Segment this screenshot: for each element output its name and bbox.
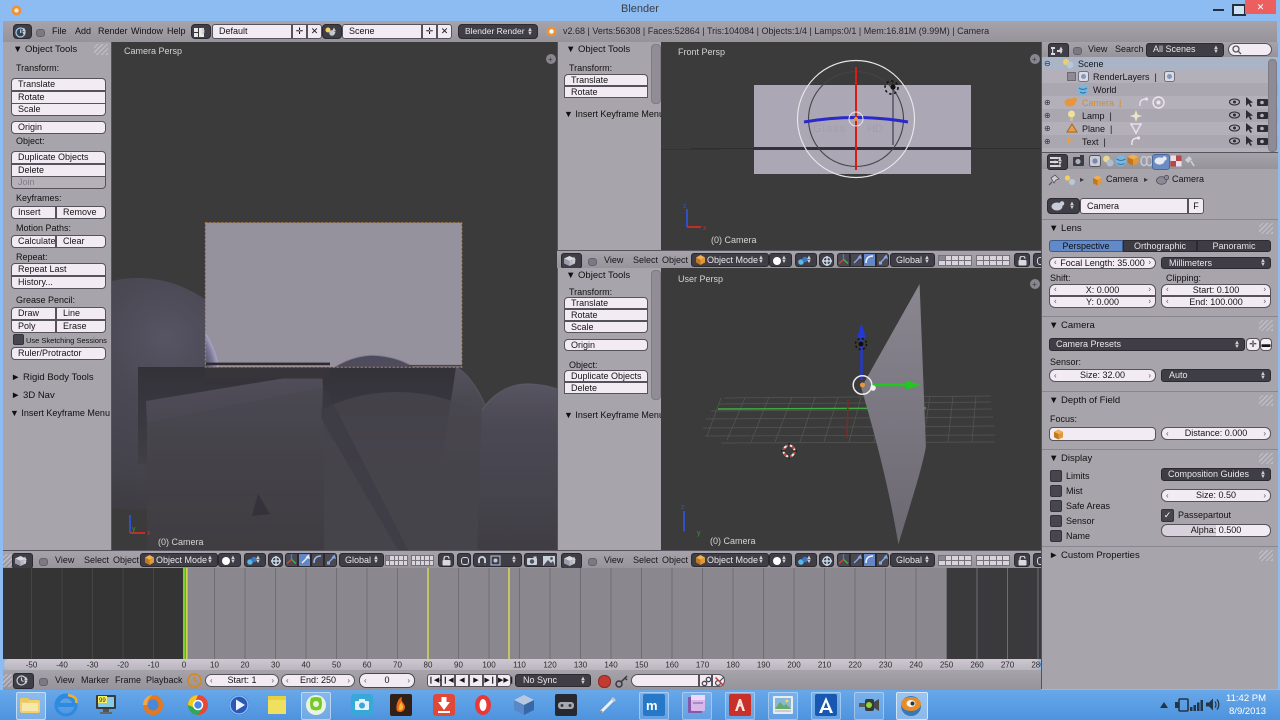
svg-text:240: 240 <box>909 661 923 670</box>
svg-text:(0) Camera: (0) Camera <box>710 536 756 546</box>
svg-text:-30: -30 <box>87 661 99 670</box>
svg-text:x: x <box>147 530 151 537</box>
svg-text:(0) Camera: (0) Camera <box>711 235 757 245</box>
svg-text:130: 130 <box>574 661 588 670</box>
svg-text:+: + <box>548 55 553 64</box>
svg-text:-50: -50 <box>26 661 38 670</box>
svg-text:210: 210 <box>818 661 832 670</box>
svg-text:User Persp: User Persp <box>678 274 723 284</box>
svg-text:Camera Persp: Camera Persp <box>124 46 182 56</box>
svg-text:100: 100 <box>482 661 496 670</box>
svg-text:-10: -10 <box>148 661 160 670</box>
svg-text:20: 20 <box>241 661 250 670</box>
svg-text:-40: -40 <box>56 661 68 670</box>
svg-text:120: 120 <box>543 661 557 670</box>
svg-text:y: y <box>132 526 136 533</box>
svg-text:160: 160 <box>665 661 679 670</box>
svg-text:30: 30 <box>271 661 280 670</box>
svg-text:190: 190 <box>757 661 771 670</box>
svg-text:150: 150 <box>635 661 649 670</box>
svg-text:40: 40 <box>302 661 311 670</box>
svg-text:220: 220 <box>848 661 862 670</box>
svg-text:200: 200 <box>787 661 801 670</box>
svg-text:+: + <box>1032 55 1037 64</box>
svg-text:270: 270 <box>1001 661 1015 670</box>
svg-text:+: + <box>1032 280 1037 289</box>
svg-text:50: 50 <box>332 661 341 670</box>
svg-text:230: 230 <box>879 661 893 670</box>
svg-text:280: 280 <box>1031 661 1041 670</box>
svg-text:y: y <box>697 530 701 537</box>
svg-text:10: 10 <box>210 661 219 670</box>
svg-text:Front Persp: Front Persp <box>678 47 725 57</box>
svg-text:180: 180 <box>726 661 740 670</box>
svg-text:(0) Camera: (0) Camera <box>158 537 204 547</box>
svg-text:80: 80 <box>424 661 433 670</box>
svg-text:90: 90 <box>454 661 463 670</box>
svg-text:250: 250 <box>940 661 954 670</box>
svg-text:60: 60 <box>363 661 372 670</box>
svg-text:m: m <box>646 698 658 713</box>
svg-text:x: x <box>703 225 707 232</box>
svg-text:110: 110 <box>513 661 526 670</box>
svg-text:260: 260 <box>970 661 984 670</box>
svg-text:170: 170 <box>696 661 710 670</box>
svg-text:HD: HD <box>867 123 883 135</box>
svg-text:70: 70 <box>393 661 402 670</box>
svg-text:Glass: Glass <box>813 123 846 135</box>
svg-text:99: 99 <box>99 698 106 704</box>
svg-text:z: z <box>683 203 687 210</box>
svg-text:140: 140 <box>604 661 618 670</box>
svg-text:-20: -20 <box>117 661 129 670</box>
svg-text:z: z <box>681 504 685 511</box>
svg-text:0: 0 <box>182 661 187 670</box>
